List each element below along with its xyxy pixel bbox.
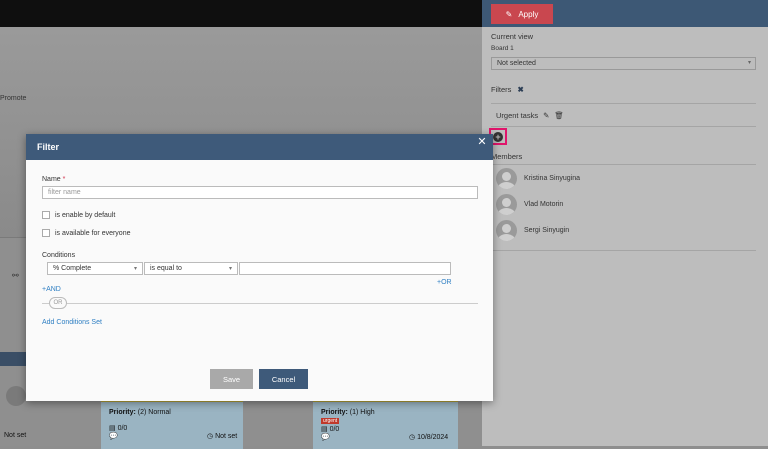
urgent-badge: urgent: [321, 418, 340, 424]
save-label: Save: [222, 374, 241, 384]
date-value: 10/8/2024: [417, 434, 449, 441]
tasks-count: 0/0: [329, 426, 340, 433]
condition-operator-select[interactable]: is equal to ▾: [144, 262, 238, 275]
top-bar: [0, 0, 482, 27]
enable-by-default-checkbox[interactable]: [42, 211, 50, 219]
pencil-icon[interactable]: ✎: [543, 111, 549, 120]
edit-icon: ✎: [505, 9, 513, 19]
close-icon[interactable]: ✕: [476, 136, 488, 148]
board-label: Board 1: [491, 45, 514, 52]
name-label: Name *: [42, 176, 65, 183]
avatar: [496, 168, 517, 189]
filters-heading: Filters ✖: [491, 85, 524, 94]
member-name: Vlad Motorin: [524, 201, 564, 208]
close-icon[interactable]: ✖: [518, 85, 524, 94]
chevron-down-icon: ▾: [133, 266, 137, 272]
filters-label: Filters: [491, 85, 512, 94]
priority-value: (2) Normal: [137, 409, 171, 416]
condition-value-input[interactable]: [239, 262, 451, 275]
view-select[interactable]: Not selected ▾: [491, 57, 756, 70]
condition-field-select[interactable]: % Complete ▾: [47, 262, 143, 275]
required-mark: *: [62, 176, 66, 183]
tasks-count: 0/0: [117, 425, 128, 432]
conditions-label: Conditions: [42, 252, 76, 259]
or-divider-badge: OR: [49, 297, 67, 309]
available-for-everyone-option[interactable]: is available for everyone: [42, 229, 131, 237]
filter-item-label: Urgent tasks: [496, 111, 539, 120]
clock-icon: ◷: [409, 434, 416, 441]
add-and-link[interactable]: +AND: [42, 286, 61, 293]
tasks-icon: ▤: [321, 426, 328, 433]
modal-title: Filter: [37, 142, 60, 152]
name-label-text: Name: [42, 176, 61, 183]
tasks-icon: ▤: [109, 425, 116, 432]
task-card[interactable]: Priority: (1) High urgent ▤ 0/0 💬 ◷ 10/8…: [313, 399, 458, 449]
or-divider-line: [42, 303, 478, 304]
priority-value: (1) High: [349, 409, 375, 416]
avatar: [496, 194, 517, 215]
member-item[interactable]: Kristina Sinyugina: [496, 168, 580, 189]
filter-name-placeholder: filter name: [48, 189, 81, 196]
apply-button[interactable]: ✎ Apply: [491, 4, 553, 24]
divider: [491, 250, 756, 251]
save-button[interactable]: Save: [210, 369, 253, 389]
modal-header: Filter: [26, 134, 493, 160]
member-item[interactable]: Vlad Motorin: [496, 194, 563, 215]
enable-by-default-option[interactable]: is enable by default: [42, 211, 115, 219]
condition-field-value: % Complete: [53, 265, 92, 272]
divider: [491, 103, 756, 104]
divider: [491, 126, 756, 127]
trash-icon[interactable]: 🗑: [554, 111, 564, 120]
filter-item[interactable]: Urgent tasks ✎ 🗑: [496, 111, 564, 120]
cancel-button[interactable]: Cancel: [259, 369, 308, 389]
cancel-label: Cancel: [271, 374, 296, 384]
member-item[interactable]: Sergi Sinyugin: [496, 220, 569, 241]
member-name: Kristina Sinyugina: [524, 175, 581, 182]
date-value: Not set: [215, 433, 238, 440]
enable-by-default-label: is enable by default: [55, 211, 116, 219]
current-view-label: Current view: [491, 32, 534, 41]
priority-label: Priority:: [109, 409, 136, 416]
chevron-down-icon: ▾: [747, 60, 751, 66]
comment-icon: 💬: [321, 434, 330, 441]
divider: [491, 164, 756, 165]
not-set-label: Not set: [4, 432, 27, 439]
comment-icon: 💬: [109, 433, 118, 440]
add-conditions-set-link[interactable]: Add Conditions Set: [42, 319, 102, 326]
apply-label: Apply: [518, 9, 539, 19]
task-card[interactable]: Priority: (2) Normal ▤ 0/0 💬 ◷ Not set: [101, 399, 243, 449]
priority-label: Priority:: [321, 409, 348, 416]
avatar: [496, 220, 517, 241]
available-for-everyone-label: is available for everyone: [55, 229, 131, 237]
available-for-everyone-checkbox[interactable]: [42, 229, 50, 237]
add-or-link[interactable]: +OR: [437, 279, 452, 286]
link-icon: ⚯: [12, 271, 19, 280]
filter-name-input[interactable]: filter name: [42, 186, 478, 199]
view-select-value: Not selected: [497, 60, 536, 67]
promote-label: Promote: [0, 95, 27, 102]
chevron-down-icon: ▾: [228, 266, 232, 272]
clock-icon: ◷: [207, 433, 214, 440]
condition-operator-value: is equal to: [150, 265, 182, 272]
avatar: [6, 386, 26, 406]
plus-icon: +: [493, 131, 503, 142]
member-name: Sergi Sinyugin: [524, 227, 570, 234]
members-label: Members: [491, 152, 523, 161]
